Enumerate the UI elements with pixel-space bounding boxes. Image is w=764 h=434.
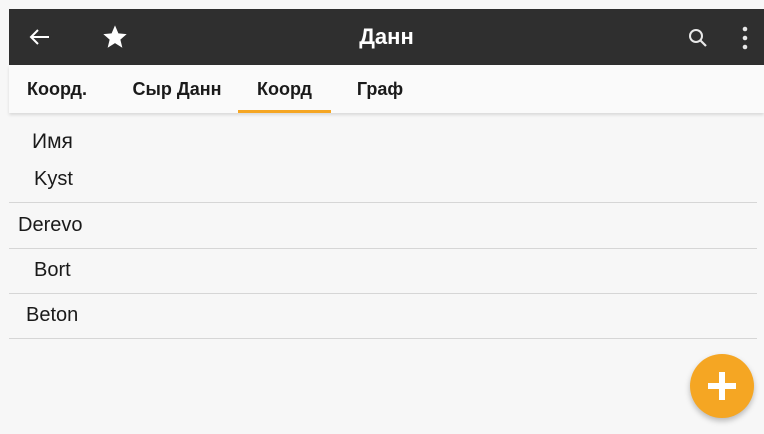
more-vert-icon <box>742 26 748 50</box>
tab-label: Граф <box>356 79 404 99</box>
list-item[interactable]: Kyst <box>9 157 757 203</box>
list-item-label: Derevo <box>18 214 83 236</box>
list-item-label: Bort <box>34 259 71 281</box>
search-button[interactable] <box>686 26 710 50</box>
tab-bar: Коорд. Сыр Данн Коорд Граф <box>9 65 764 113</box>
tab-coord-abbrev[interactable]: Коорд. <box>11 65 103 113</box>
app-bar: Данн <box>9 9 764 65</box>
tab-graph[interactable]: Граф <box>343 65 417 113</box>
search-icon <box>689 29 707 47</box>
list-item[interactable]: Derevo <box>9 203 757 249</box>
list-item[interactable]: Bort <box>9 248 757 294</box>
add-button[interactable] <box>690 354 754 418</box>
tab-label: Сыр Данн <box>132 79 222 99</box>
tab-raw-data[interactable]: Сыр Данн <box>115 65 239 113</box>
tab-coord[interactable]: Коорд <box>238 65 331 113</box>
app-screen: Данн Коорд. Сыр Данн Коорд Граф Имя Kyst… <box>0 0 764 434</box>
tab-label: Коорд <box>257 79 312 99</box>
column-header-name: Имя <box>32 130 73 153</box>
overflow-menu-button[interactable] <box>739 25 751 51</box>
list-item-label: Kyst <box>34 168 73 190</box>
active-tab-indicator <box>238 110 331 113</box>
plus-icon-bar-v <box>719 372 725 400</box>
list-item-label: Beton <box>26 304 79 326</box>
list-item[interactable]: Beton <box>9 293 757 339</box>
page-title: Данн <box>359 24 414 49</box>
tab-label: Коорд. <box>27 79 87 99</box>
